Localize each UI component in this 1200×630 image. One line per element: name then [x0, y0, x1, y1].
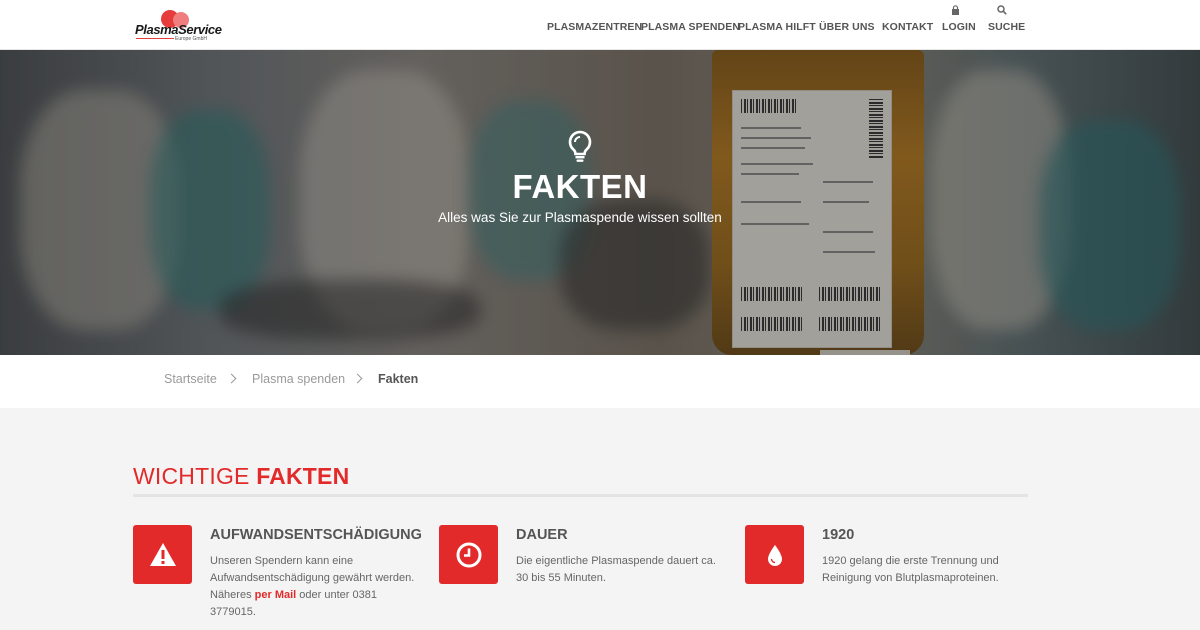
- search-icon[interactable]: [997, 5, 1007, 18]
- breadcrumb-startseite[interactable]: Startseite: [164, 372, 217, 386]
- drop-icon: [768, 545, 782, 566]
- breadcrumb: Startseite Plasma spenden Fakten: [0, 355, 1200, 408]
- fact-icon-box: [745, 525, 804, 584]
- logo-underline: [136, 38, 174, 39]
- chevron-right-icon: [226, 373, 237, 384]
- clock-icon: [456, 542, 482, 568]
- chevron-right-icon: [352, 373, 363, 384]
- section-title-light: WICHTIGE: [133, 463, 257, 489]
- nav-item-kontakt[interactable]: KONTAKT: [882, 21, 933, 33]
- section-title: WICHTIGE FAKTEN: [133, 463, 349, 490]
- logo-subtext: Europe GmbH: [175, 36, 207, 42]
- site-header: PlasmaService Europe GmbH PLASMAZENTREN …: [0, 0, 1200, 50]
- fact-item-1920: 1920 1920 gelang die erste Trennung und …: [745, 525, 1045, 615]
- nav-item-plasma-spenden[interactable]: PLASMA SPENDEN: [641, 21, 740, 33]
- fact-item-dauer: DAUER Die eigentliche Plasmaspende dauer…: [439, 525, 739, 615]
- fact-icon-box: [439, 525, 498, 584]
- logo-text: PlasmaService: [135, 22, 222, 37]
- section-title-bold: FAKTEN: [256, 463, 350, 489]
- fact-text: Unseren Spendern kann eine Aufwandsentsc…: [210, 553, 420, 621]
- warning-icon: [150, 543, 176, 566]
- nav-item-login[interactable]: LOGIN: [942, 21, 976, 33]
- section-divider: [133, 494, 1028, 497]
- breadcrumb-fakten: Fakten: [378, 372, 419, 386]
- mail-link[interactable]: per Mail: [255, 589, 297, 601]
- fact-text: Die eigentliche Plasmaspende dauert ca. …: [516, 555, 716, 584]
- logo[interactable]: PlasmaService Europe GmbH: [133, 8, 223, 44]
- breadcrumb-plasma-spenden[interactable]: Plasma spenden: [252, 372, 345, 386]
- page-subtitle: Alles was Sie zur Plasmaspende wissen so…: [438, 210, 722, 225]
- fact-title: DAUER: [516, 527, 568, 543]
- lock-icon[interactable]: [951, 5, 960, 18]
- fact-item-aufwand: AUFWANDSENTSCHÄDIGUNG Unseren Spendern k…: [133, 525, 433, 618]
- lightbulb-icon: [567, 130, 593, 164]
- fact-text: 1920 gelang die erste Trennung und Reini…: [822, 555, 999, 584]
- fact-title: 1920: [822, 527, 855, 543]
- nav-item-plasma-hilft[interactable]: PLASMA HILFT: [738, 21, 816, 33]
- nav-item-plasmazentren[interactable]: PLASMAZENTREN: [547, 21, 642, 33]
- page-title: FAKTEN: [512, 168, 648, 205]
- fact-icon-box: [133, 525, 192, 584]
- nav-item-ueber-uns[interactable]: ÜBER UNS: [819, 21, 875, 33]
- nav-item-suche[interactable]: SUCHE: [988, 21, 1025, 33]
- fact-title: AUFWANDSENTSCHÄDIGUNG: [210, 527, 422, 543]
- hero-banner: FAKTEN Alles was Sie zur Plasmaspende wi…: [0, 50, 1200, 355]
